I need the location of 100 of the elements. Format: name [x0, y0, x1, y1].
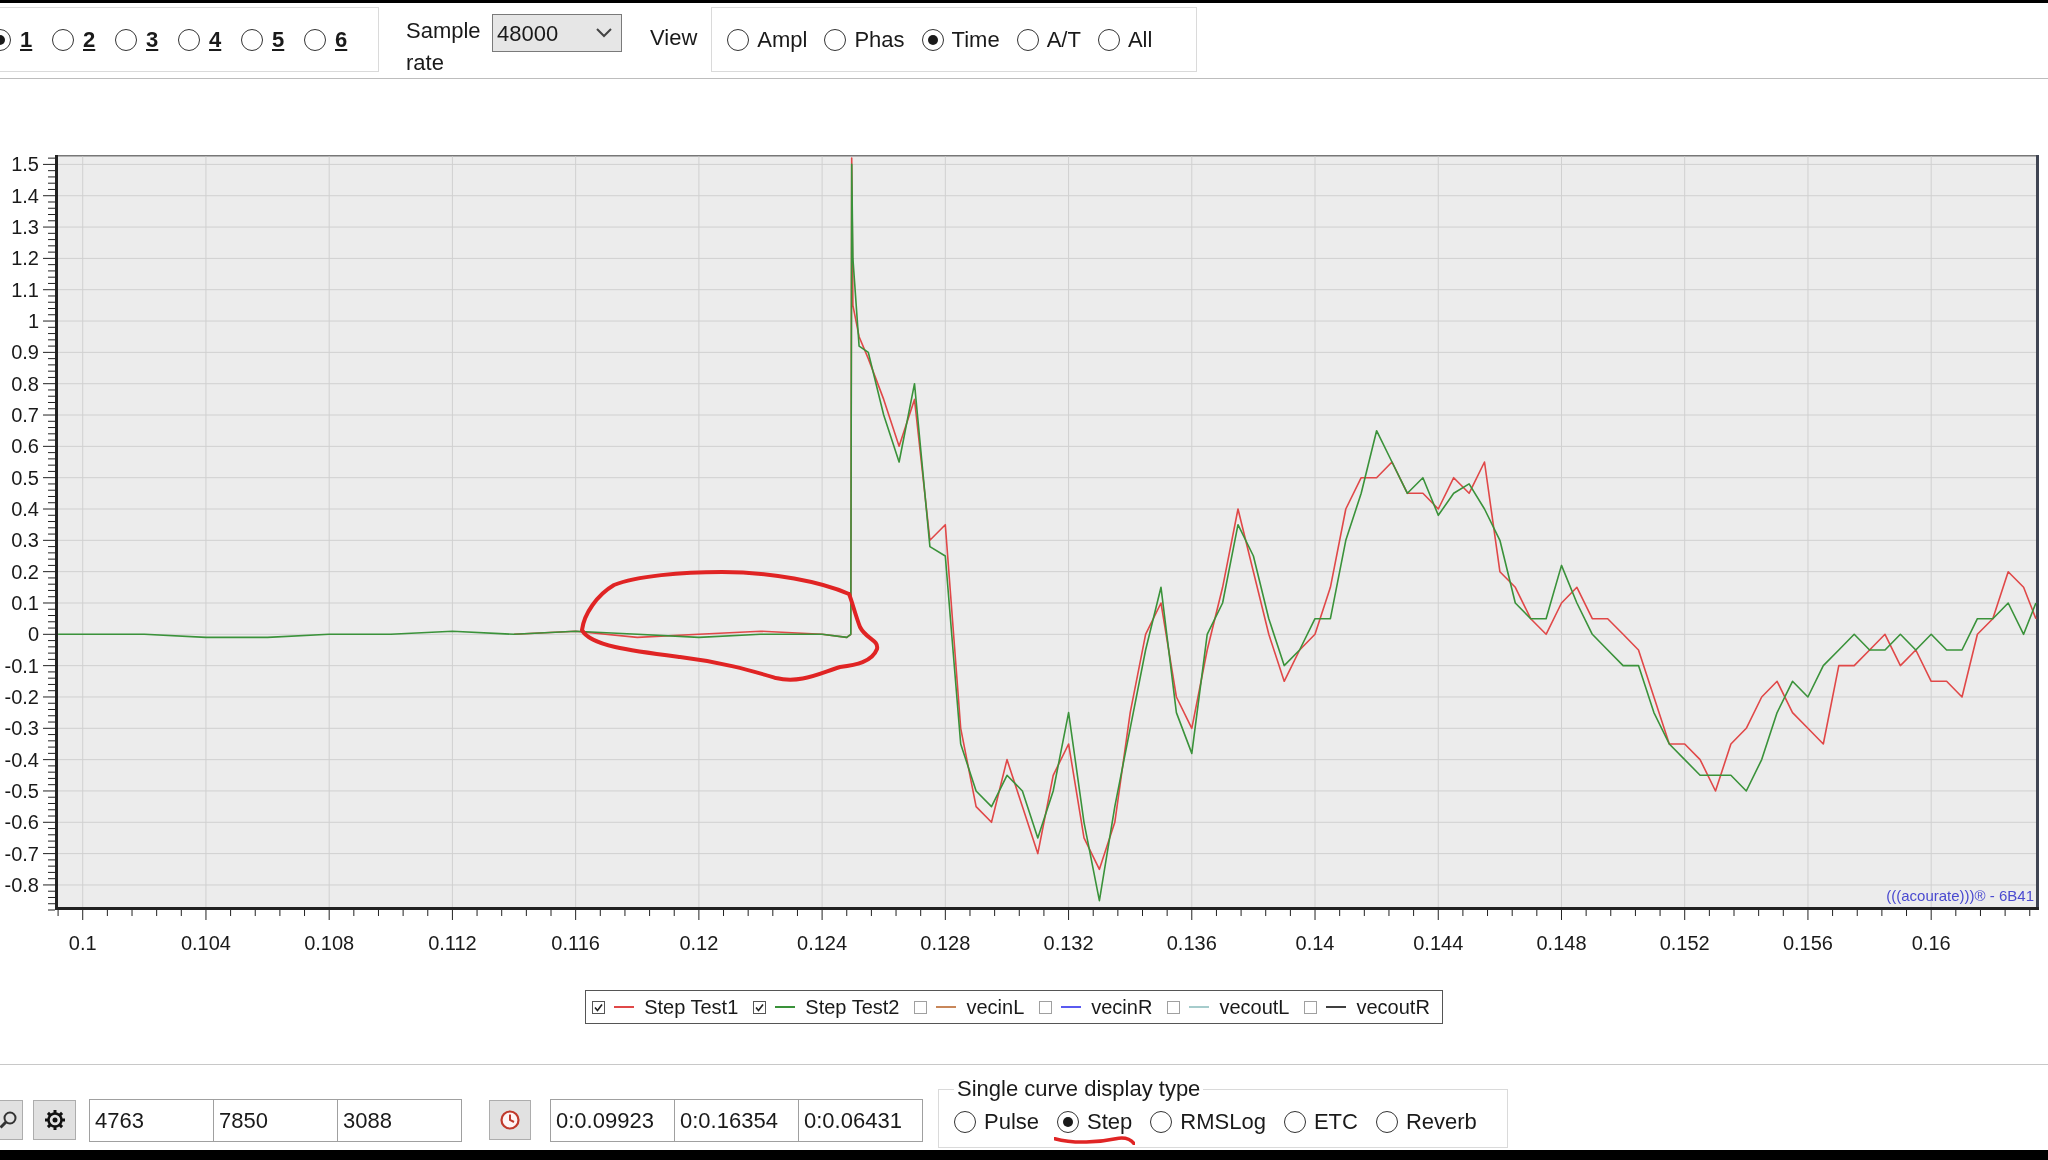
y-tick-label: -0.5	[4, 779, 39, 802]
radio-label[interactable]: 5	[272, 26, 285, 53]
number-field[interactable]: 4763	[89, 1099, 214, 1142]
radio-label[interactable]: All	[1127, 26, 1153, 53]
radio-label[interactable]: 3	[146, 26, 159, 53]
x-tick-label: 0.108	[304, 932, 355, 954]
number-field[interactable]: 0:0.16354	[674, 1099, 799, 1142]
y-tick-label: 0.8	[11, 372, 39, 395]
checkbox[interactable]	[592, 1000, 606, 1014]
radio-button[interactable]	[921, 28, 944, 51]
y-tick-label: -0.7	[4, 842, 39, 865]
y-tick-label: 1.4	[11, 184, 39, 207]
y-tick-label: -0.6	[4, 811, 39, 834]
y-tick-label: 0.9	[11, 341, 39, 364]
radio-button[interactable]	[1150, 1111, 1173, 1133]
clock-icon	[500, 1110, 520, 1130]
x-tick-label: 0.14	[1295, 932, 1335, 954]
legend-label: Step Test1	[644, 995, 739, 1019]
clock-button[interactable]	[489, 1100, 531, 1140]
radio-button[interactable]	[1057, 1111, 1080, 1133]
radio-label[interactable]: RMSLog	[1180, 1109, 1266, 1135]
gear-icon	[43, 1109, 66, 1131]
radio-label[interactable]: Reverb	[1405, 1109, 1477, 1135]
y-tick-label: 1.1	[11, 278, 39, 301]
y-tick-label: -0.1	[4, 654, 39, 677]
radio-button[interactable]	[824, 28, 847, 51]
checkbox[interactable]	[914, 1000, 928, 1014]
y-tick-label: 0.1	[11, 592, 39, 614]
y-tick-label: 0	[27, 623, 39, 646]
y-tick-label: 1	[27, 310, 39, 333]
x-tick-label: 0.148	[1536, 932, 1587, 954]
y-tick-label: 1.5	[11, 153, 39, 176]
chart-credit-label: (((acourate)))® - 6B41	[1886, 887, 2034, 904]
radio-label[interactable]: Step	[1087, 1109, 1133, 1135]
x-tick-label: 0.144	[1413, 932, 1464, 954]
radio-button[interactable]	[178, 28, 200, 51]
radio-label[interactable]: Ampl	[757, 26, 808, 53]
radio-label[interactable]: Phas	[854, 26, 905, 53]
x-tick-label: 0.136	[1166, 932, 1217, 954]
legend-label: vecoutL	[1219, 995, 1290, 1019]
legend-label: vecinL	[966, 995, 1025, 1019]
number-field[interactable]: 7850	[213, 1099, 338, 1142]
x-tick-label: 0.128	[920, 932, 971, 954]
y-tick-label: -0.8	[4, 873, 39, 896]
y-tick-label: 0.4	[11, 498, 39, 520]
field-label: Sample rate	[406, 17, 482, 77]
x-tick-label: 0.124	[797, 932, 848, 954]
y-tick-label: -0.3	[4, 717, 39, 740]
legend-label: vecinR	[1091, 995, 1153, 1019]
checkbox[interactable]	[1304, 1000, 1318, 1014]
sample-rate-dropdown[interactable]: 48000	[492, 14, 622, 52]
radio-label[interactable]: Pulse	[984, 1109, 1040, 1135]
y-tick-label: 0.7	[11, 404, 39, 426]
x-tick-label: 0.132	[1043, 932, 1094, 954]
radio-button[interactable]	[954, 1111, 976, 1133]
y-tick-label: -0.2	[4, 685, 39, 708]
radio-label[interactable]: 6	[335, 26, 348, 53]
radio-label[interactable]: A/T	[1046, 26, 1081, 53]
radio-button[interactable]	[1016, 28, 1039, 51]
y-tick-label: 0.2	[11, 560, 39, 583]
field-label: View	[650, 24, 698, 52]
settings-button[interactable]	[33, 1100, 76, 1140]
radio-label[interactable]: 1	[20, 26, 33, 53]
radio-label[interactable]: ETC	[1313, 1109, 1358, 1135]
chevron-down-icon	[596, 28, 612, 38]
y-tick-label: 1.2	[11, 247, 39, 270]
x-tick-label: 0.156	[1782, 932, 1833, 954]
legend-label: vecoutR	[1356, 995, 1430, 1019]
y-tick-label: 0.5	[11, 466, 39, 489]
number-field[interactable]: 3088	[337, 1099, 462, 1142]
x-tick-label: 0.104	[180, 932, 231, 954]
radio-button[interactable]	[1283, 1111, 1306, 1133]
checkbox[interactable]	[1039, 1000, 1053, 1014]
legend-label: Step Test2	[805, 995, 900, 1019]
y-tick-label: 0.3	[11, 529, 39, 552]
search-icon	[0, 1111, 17, 1129]
radio-button[interactable]	[115, 28, 137, 51]
x-tick-label: 0.152	[1659, 932, 1710, 954]
radio-button[interactable]	[52, 28, 74, 51]
checkbox[interactable]	[753, 1000, 767, 1014]
x-tick-label: 0.12	[679, 932, 719, 954]
x-tick-label: 0.1	[68, 932, 97, 954]
radio-button[interactable]	[1375, 1111, 1398, 1133]
radio-button[interactable]	[1097, 28, 1120, 51]
radio-button[interactable]	[304, 28, 326, 51]
x-tick-label: 0.16	[1911, 932, 1951, 954]
y-tick-label: 0.6	[11, 435, 39, 458]
radio-button[interactable]	[241, 28, 263, 51]
radio-label[interactable]: 2	[83, 26, 96, 53]
number-field[interactable]: 0:0.09923	[550, 1099, 675, 1142]
checkbox[interactable]	[1167, 1000, 1181, 1014]
number-field[interactable]: 0:0.06431	[798, 1099, 923, 1142]
group-title: Single curve display type	[956, 1077, 1202, 1101]
x-tick-label: 0.112	[428, 932, 477, 954]
radio-label[interactable]: Time	[951, 26, 1000, 53]
y-tick-label: -0.4	[4, 748, 39, 771]
radio-button[interactable]	[727, 28, 750, 51]
y-tick-label: 1.3	[11, 216, 39, 239]
x-tick-label: 0.116	[551, 932, 600, 954]
radio-label[interactable]: 4	[209, 26, 222, 53]
